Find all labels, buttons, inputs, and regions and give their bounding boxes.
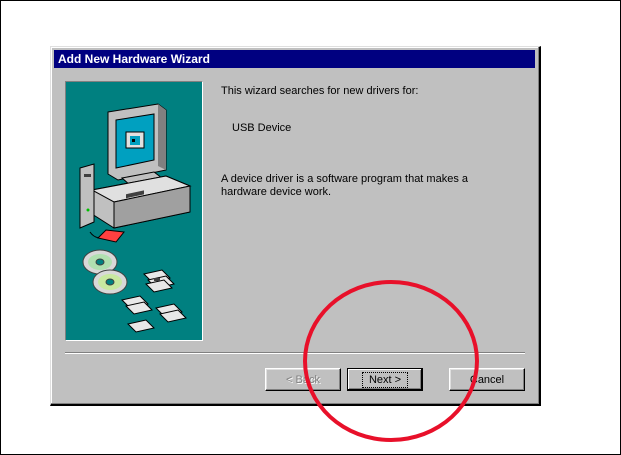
cancel-button[interactable]: Cancel <box>449 368 525 391</box>
next-button[interactable]: Next > <box>347 368 423 391</box>
device-name: USB Device <box>232 122 292 134</box>
cd-disc-icon <box>82 249 128 295</box>
intro-text: This wizard searches for new drivers for… <box>221 85 419 97</box>
next-button-label: Next > <box>361 371 409 388</box>
separator <box>65 352 525 354</box>
wizard-art-panel <box>65 81 203 341</box>
window-title: Add New Hardware Wizard <box>58 52 210 66</box>
back-button[interactable]: < Back <box>265 368 341 391</box>
title-bar[interactable]: Add New Hardware Wizard <box>54 50 535 68</box>
computer-icon <box>79 103 192 243</box>
wizard-illustration <box>79 103 192 333</box>
description-text: A device driver is a software program th… <box>221 173 468 198</box>
add-hardware-wizard-dialog: Add New Hardware Wizard This wizard sear… <box>50 46 541 406</box>
floppy-disk-icon <box>121 269 187 333</box>
